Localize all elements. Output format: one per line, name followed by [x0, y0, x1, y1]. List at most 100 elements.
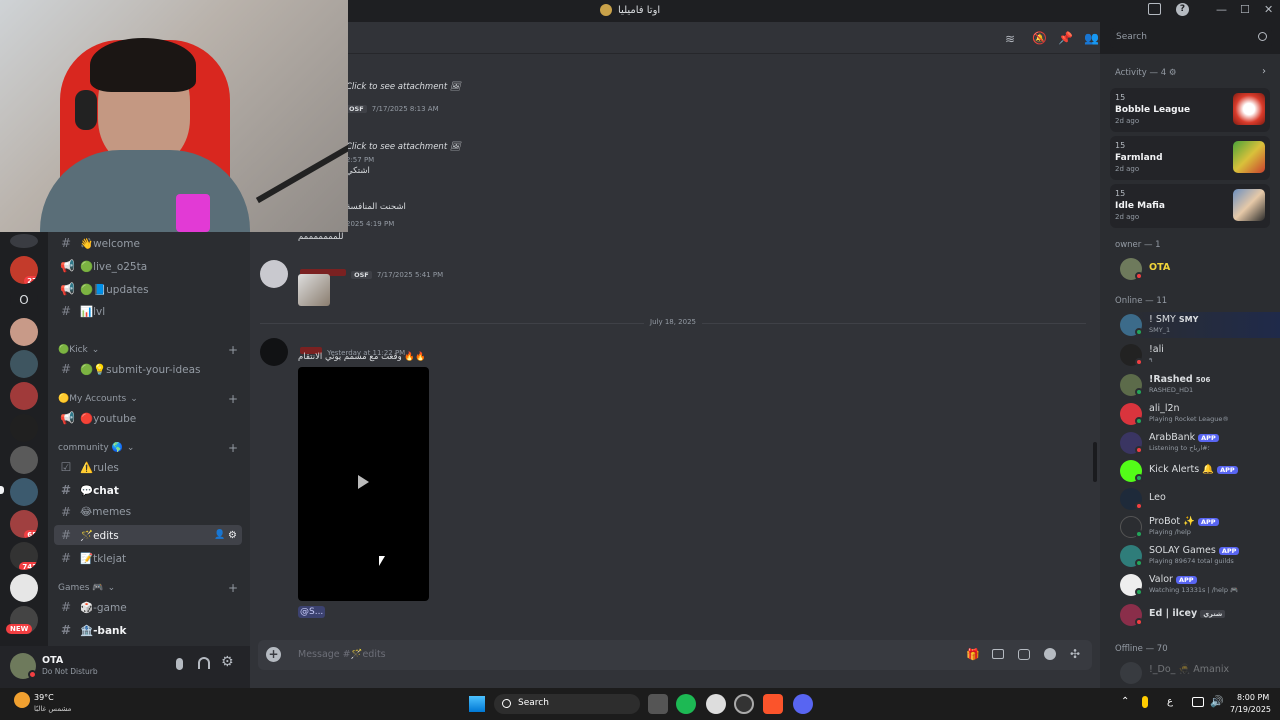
gift-icon[interactable]: 🎁	[966, 648, 980, 661]
avatar[interactable]	[260, 260, 288, 288]
category-kick[interactable]: 🟢Kick ⌄ +	[58, 343, 246, 357]
sticker-icon[interactable]	[1018, 649, 1030, 660]
network-icon[interactable]	[1192, 697, 1204, 707]
add-channel-icon[interactable]: +	[228, 581, 238, 595]
volume-icon[interactable]: 🔊	[1210, 695, 1224, 708]
add-channel-icon[interactable]: +	[228, 441, 238, 455]
category-my-accounts[interactable]: 🟡My Accounts ⌄ +	[58, 392, 246, 406]
category-games[interactable]: Games 🎮 ⌄ +	[58, 581, 246, 595]
add-channel-icon[interactable]: +	[228, 343, 238, 357]
chevron-right-icon[interactable]: ›	[1262, 66, 1266, 77]
channel-chat[interactable]: # 💬chat	[54, 480, 242, 500]
member-item[interactable]: Valor APP Watching 13331s | /help 🎮	[1120, 572, 1280, 598]
minimize-button[interactable]: —	[1216, 3, 1227, 16]
input-language[interactable]: ع	[1167, 696, 1173, 707]
create-invite-icon[interactable]: 👤	[214, 530, 225, 540]
channel-welcome[interactable]: # 👋welcome	[54, 233, 242, 253]
member-item[interactable]: ! SMY SMY SMY_1	[1120, 312, 1280, 338]
activity-card[interactable]: 15 Farmland 2d ago	[1110, 136, 1270, 180]
threads-icon[interactable]: ≋	[1005, 32, 1015, 46]
server-icon[interactable]	[10, 382, 38, 410]
obs-icon[interactable]	[734, 694, 754, 714]
close-button[interactable]: ✕	[1264, 3, 1273, 16]
channel-bank[interactable]: # 🏦-bank	[54, 620, 242, 640]
microphone-icon[interactable]	[176, 658, 183, 670]
message-composer[interactable]: + Message #🪄edits 🎁 ✣	[258, 640, 1092, 670]
play-icon[interactable]	[358, 475, 369, 489]
gear-icon[interactable]: ⚙	[228, 530, 237, 541]
member-item[interactable]: !_Do_ 🥷 Amanix	[1120, 660, 1280, 686]
video-attachment[interactable]	[298, 367, 429, 601]
server-icon[interactable]: 65	[10, 510, 38, 538]
server-icon[interactable]	[10, 318, 38, 346]
channel-submit-your-ideas[interactable]: # 🟢💡submit-your-ideas	[54, 359, 242, 379]
member-item[interactable]: ali_l2n Playing Rocket League®	[1120, 401, 1280, 427]
member-item[interactable]: !ali ٩	[1120, 342, 1280, 368]
channel-tklejat[interactable]: # 📝tklejat	[54, 548, 242, 568]
member-list-icon[interactable]: 👥	[1084, 31, 1099, 45]
server-icon[interactable]	[10, 234, 38, 248]
image-attachment[interactable]	[298, 274, 330, 306]
server-icon[interactable]: 27	[10, 256, 38, 284]
server-icon[interactable]	[10, 446, 38, 474]
maximize-button[interactable]: ☐	[1240, 3, 1250, 16]
channel-live[interactable]: 📢 🟢live_o25ta	[54, 256, 242, 276]
message-input[interactable]: Message #🪄edits	[298, 649, 386, 660]
spotify-icon[interactable]	[676, 694, 696, 714]
channel-lvl[interactable]: # 📊lvl	[54, 301, 242, 321]
file-explorer-icon[interactable]	[648, 694, 668, 714]
status-online-icon	[1135, 417, 1143, 425]
server-icon[interactable]: 743	[10, 542, 38, 570]
taskbar-search[interactable]: Search	[494, 694, 640, 714]
upload-plus-icon[interactable]: +	[266, 647, 281, 662]
attachment-link[interactable]: Click to see attachment 🖼	[346, 82, 646, 92]
server-icon[interactable]: O	[10, 286, 38, 314]
search-input[interactable]: Search	[1110, 28, 1272, 48]
server-icon[interactable]	[10, 414, 38, 442]
member-item[interactable]: ProBot ✨ APP Playing /help	[1120, 514, 1280, 540]
mute-notifications-icon[interactable]: 🔕	[1032, 31, 1047, 45]
channel-updates[interactable]: 📢 🟢📘updates	[54, 279, 242, 299]
chat-scrollbar[interactable]	[1093, 442, 1097, 482]
brave-icon[interactable]	[763, 694, 783, 714]
member-item[interactable]: OTA	[1120, 256, 1280, 282]
channel-edits[interactable]: # 🪄edits 👤 ⚙	[54, 525, 242, 545]
clock-time[interactable]: 8:00 PM	[1237, 693, 1269, 702]
category-community[interactable]: community 🌎 ⌄ +	[58, 441, 246, 455]
member-item[interactable]: SOLAY Games APP Playing 89674 total guil…	[1120, 543, 1280, 569]
channel-game[interactable]: # 🎲-game	[54, 597, 242, 617]
discord-icon[interactable]	[793, 694, 813, 714]
username[interactable]: OTA	[42, 655, 63, 666]
weather-icon[interactable]	[14, 692, 30, 708]
tray-chevron-icon[interactable]: ⌃	[1121, 696, 1129, 707]
channel-rules[interactable]: ☑ ⚠️rules	[54, 457, 242, 477]
server-icon[interactable]	[10, 478, 38, 506]
add-channel-icon[interactable]: +	[228, 392, 238, 406]
member-item[interactable]: !Rashed 506 RASHED_HD1	[1120, 372, 1280, 398]
headphones-icon[interactable]	[198, 657, 210, 669]
windows-start-icon[interactable]	[469, 696, 485, 712]
apps-icon[interactable]: ✣	[1070, 647, 1080, 661]
server-icon[interactable]	[10, 574, 38, 602]
member-item[interactable]: Kick Alerts 🔔 APP	[1120, 458, 1280, 484]
server-icon[interactable]	[10, 350, 38, 378]
help-icon[interactable]: ?	[1176, 3, 1189, 16]
gif-icon[interactable]	[992, 649, 1004, 659]
settings-gear-icon[interactable]: ⚙	[221, 654, 234, 670]
activity-card[interactable]: 15 Idle Mafia 2d ago	[1110, 184, 1270, 228]
channel-memes[interactable]: # 😂memes	[54, 502, 242, 522]
member-item[interactable]: Leo	[1120, 486, 1280, 512]
emoji-icon[interactable]	[1044, 648, 1056, 660]
mention[interactable]: @S...	[298, 606, 326, 618]
channel-youtube[interactable]: 📢 🔴youtube	[54, 408, 242, 428]
settings-app-icon[interactable]	[706, 694, 726, 714]
activity-card[interactable]: 15 Bobble League 2d ago	[1110, 88, 1270, 132]
pinned-messages-icon[interactable]: 📌	[1058, 31, 1073, 45]
attachment-link[interactable]: Click to see attachment 🖼	[346, 142, 646, 152]
inbox-icon[interactable]	[1148, 3, 1161, 15]
clock-date[interactable]: 7/19/2025	[1230, 705, 1271, 714]
mic-tray-icon[interactable]	[1142, 696, 1148, 708]
member-item[interactable]: Ed | ilcey شتري	[1120, 602, 1280, 628]
avatar[interactable]	[260, 338, 288, 366]
member-item[interactable]: ArabBank APP Listening to ؛#ارباح	[1120, 430, 1280, 456]
